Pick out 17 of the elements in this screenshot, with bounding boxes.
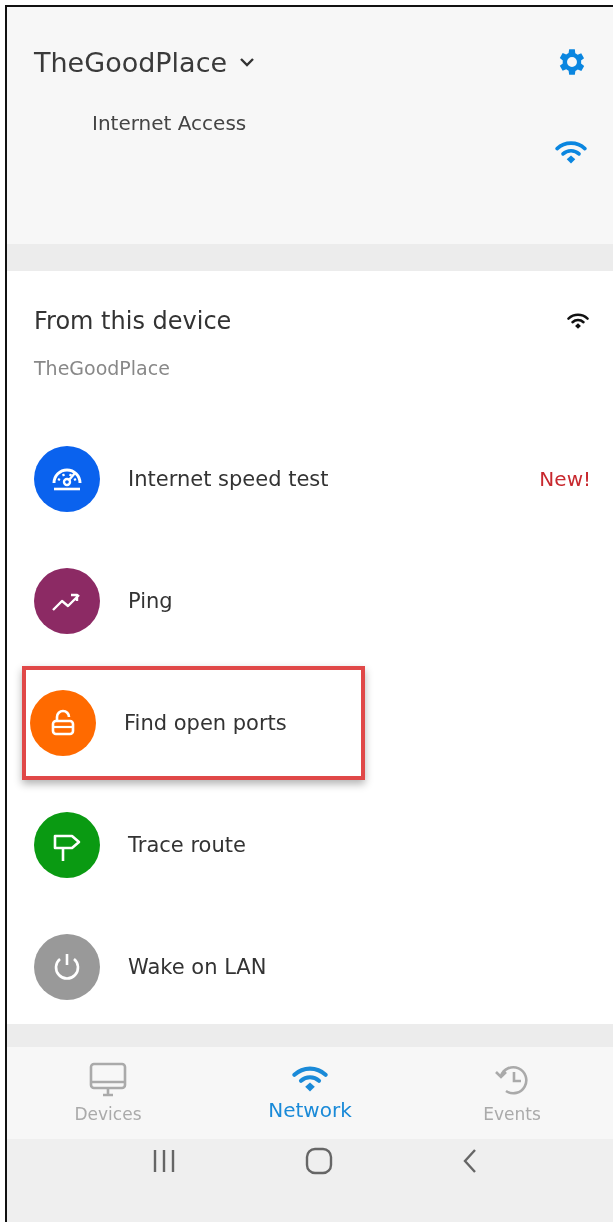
tool-item[interactable]: Wake on LAN bbox=[30, 930, 289, 1004]
tool-item[interactable]: Find open ports bbox=[22, 666, 365, 780]
monitor-icon bbox=[88, 1062, 128, 1098]
wifi-icon bbox=[567, 312, 589, 330]
network-selector[interactable]: TheGoodPlace bbox=[34, 46, 256, 78]
section-subtitle: TheGoodPlace bbox=[33, 356, 171, 379]
status-label: Internet Access bbox=[92, 111, 247, 135]
chevron-down-icon bbox=[239, 57, 256, 67]
new-label: New! bbox=[539, 467, 591, 491]
section-title: From this device bbox=[34, 307, 232, 335]
home-icon[interactable] bbox=[305, 1146, 333, 1175]
back-icon[interactable] bbox=[461, 1147, 479, 1174]
tool-item[interactable]: Trace route bbox=[30, 808, 268, 882]
tool-item[interactable]: Ping bbox=[30, 564, 195, 638]
recent-apps-icon[interactable] bbox=[151, 1147, 177, 1174]
tool-item[interactable]: Internet speed test bbox=[30, 442, 351, 516]
wifi-icon bbox=[555, 139, 587, 165]
